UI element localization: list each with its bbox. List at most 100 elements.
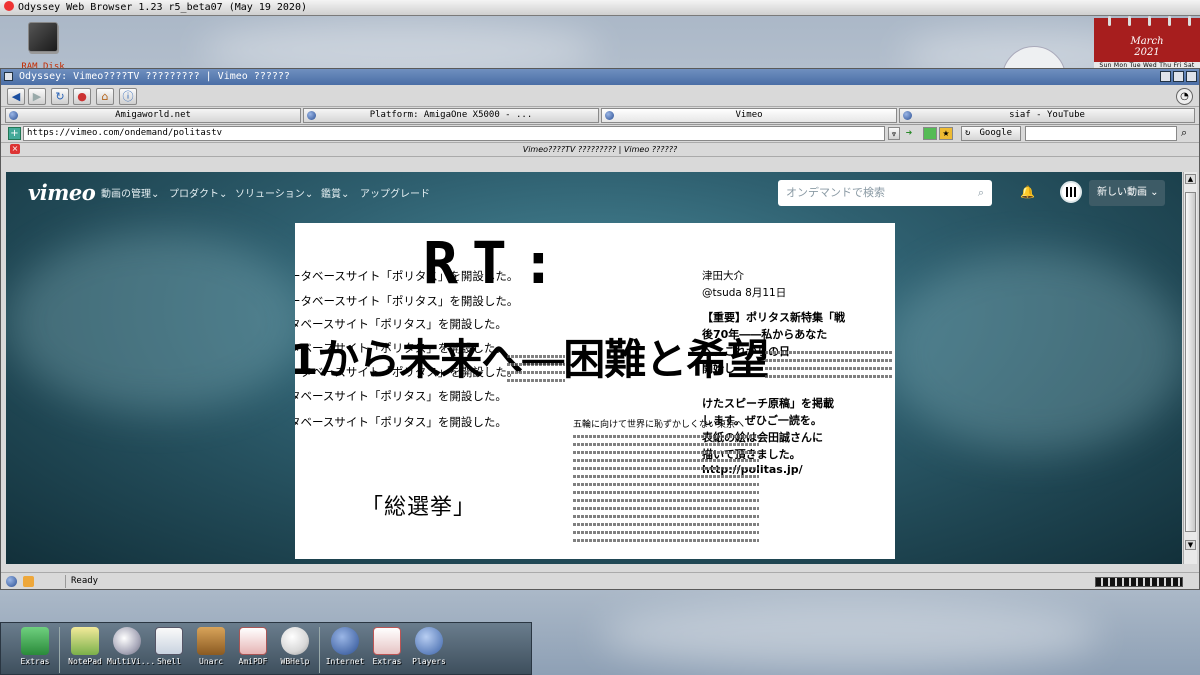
add-bookmark-icon[interactable]: + <box>8 127 21 140</box>
close-tab-icon[interactable]: × <box>10 144 20 154</box>
nav-upgrade[interactable]: アップグレード <box>360 185 430 200</box>
nav-label: 鑑賞 <box>321 189 341 200</box>
dock-extras[interactable]: Extras <box>15 625 55 675</box>
screen-depth-icon[interactable] <box>4 1 14 11</box>
dock-label: AmiPDF <box>238 657 268 666</box>
tab-amigaworld[interactable]: Amigaworld.net <box>5 108 301 123</box>
dock-internet[interactable]: Internet <box>325 625 365 675</box>
nav-label: ソリューション <box>235 189 305 200</box>
search-placeholder: オンデマンドで検索 <box>786 186 885 199</box>
tweet-handle: @tsuda 8月11日 <box>702 287 787 299</box>
reload-small-icon: ↻ <box>965 128 971 138</box>
window-depth-icon[interactable] <box>1186 71 1197 82</box>
vimeo-logo[interactable]: vimeo <box>28 180 96 205</box>
home-icon[interactable]: ⌂ <box>96 88 114 105</box>
browser-window: Odyssey: Vimeo????TV ????????? | Vimeo ?… <box>0 68 1200 590</box>
essay-text-texture <box>573 435 759 438</box>
video-poster[interactable]: ータベースサイト「ポリタス」を開設した。 ータベースサイト「ポリタス」を開設した… <box>295 223 895 559</box>
nav-manage-videos[interactable]: 動画の管理⌄ <box>101 185 159 200</box>
scrollbar-thumb[interactable] <box>1185 192 1196 532</box>
bookmark-add-icon[interactable] <box>923 127 937 140</box>
magnifier-icon <box>113 627 141 655</box>
poster-text-line: タベースサイト「ポリタス」を開設した。 <box>295 389 507 403</box>
notepad-icon <box>71 627 99 655</box>
dock-label: Players <box>412 657 446 666</box>
essay-text-texture <box>573 523 759 526</box>
dock-shell[interactable]: Shell <box>149 625 189 675</box>
amidock: Extras NotePad MultiVi... Shell Unarc Am… <box>0 622 532 675</box>
dock-wbhelp[interactable]: WBHelp <box>275 625 315 675</box>
window-zoom-icon[interactable] <box>1173 71 1184 82</box>
window-close-icon[interactable] <box>4 72 13 81</box>
essay-text-texture <box>765 351 893 354</box>
back-icon[interactable]: ◀ <box>7 88 25 105</box>
search-icon[interactable]: ⌕ <box>978 180 984 206</box>
essay-text-texture <box>573 451 759 454</box>
nav-watch[interactable]: 鑑賞⌄ <box>321 185 349 200</box>
tab-vimeo[interactable]: Vimeo <box>601 108 897 123</box>
url-dropdown-icon[interactable]: ⩔ <box>888 127 900 140</box>
background-fog <box>6 232 306 412</box>
url-input[interactable]: https://vimeo.com/ondemand/politastv <box>23 126 885 141</box>
compass-menu-icon[interactable]: ◔ <box>1176 88 1193 105</box>
dock-multiview[interactable]: MultiVi... <box>107 625 155 675</box>
ramdisk-icon[interactable]: RAM Disk <box>18 22 68 73</box>
tab-globe-icon <box>605 111 614 120</box>
dock-players[interactable]: Players <box>409 625 449 675</box>
window-title-bar[interactable]: Odyssey: Vimeo????TV ????????? | Vimeo ?… <box>1 69 1199 85</box>
stop-icon[interactable]: ● <box>73 88 91 105</box>
desktop-cloud <box>600 600 1100 670</box>
lock-icon <box>23 576 34 587</box>
essay-text-texture <box>573 515 759 518</box>
tab-platform[interactable]: Platform: AmigaOne X5000 - ... <box>303 108 599 123</box>
avatar[interactable] <box>1060 181 1082 203</box>
essay-text-texture <box>573 483 759 486</box>
navigation-toolbar: ◀ ▶ ↻ ● ⌂ ⓘ ◔ <box>1 85 1199 107</box>
calendar-month: March <box>1130 36 1164 47</box>
archive-icon <box>197 627 225 655</box>
tab-label: Amigaworld.net <box>115 110 191 120</box>
window-title: Odyssey: Vimeo????TV ????????? | Vimeo ?… <box>19 71 290 82</box>
calendar-widget[interactable]: March 2021 Sun Mon Tue Wed Thu Fri Sat <box>1094 16 1200 70</box>
essay-text-texture <box>507 363 565 366</box>
dock-label: Shell <box>156 657 182 666</box>
search-engine-button[interactable]: ↻ Google <box>961 126 1021 141</box>
download-icon <box>21 627 49 655</box>
dock-label: Extras <box>372 657 402 666</box>
poster-text-line: タベースサイト「ポリタス」を開設した。 <box>295 415 507 429</box>
bookmarks-star-icon[interactable]: ★ <box>939 127 953 140</box>
web-search-input[interactable] <box>1025 126 1177 141</box>
globe-icon <box>331 627 359 655</box>
player-icon <box>415 627 443 655</box>
vertical-scrollbar[interactable]: ▲ ▼ <box>1183 172 1197 564</box>
tab-youtube[interactable]: siaf - YouTube <box>899 108 1195 123</box>
new-video-button[interactable]: 新しい動画 ⌄ <box>1089 180 1165 206</box>
tweet-line: 【重要】ポリタス新特集「戦 <box>702 311 845 324</box>
forward-icon[interactable]: ▶ <box>28 88 46 105</box>
window-iconify-icon[interactable] <box>1160 71 1171 82</box>
new-video-label: 新しい動画 <box>1097 187 1147 198</box>
dock-amipdf[interactable]: AmiPDF <box>233 625 273 675</box>
vimeo-search-input[interactable]: オンデマンドで検索 ⌕ <box>778 180 992 206</box>
bell-icon[interactable]: 🔔 <box>1020 185 1035 199</box>
poster-bottom-label: 「総選挙」 <box>361 495 477 520</box>
tab-label: Platform: AmigaOne X5000 - ... <box>369 110 533 120</box>
search-icon[interactable]: ⌕ <box>1181 126 1187 140</box>
go-icon[interactable]: ➜ <box>903 127 915 140</box>
nav-solutions[interactable]: ソリューション⌄ <box>235 185 313 200</box>
dock-extras-drawer[interactable]: Extras <box>367 625 407 675</box>
dock-unarc[interactable]: Unarc <box>191 625 231 675</box>
nav-products[interactable]: プロダクト⌄ <box>169 185 227 200</box>
dock-label: Unarc <box>198 657 224 666</box>
scroll-down-icon[interactable]: ▼ <box>1185 540 1196 550</box>
reload-icon[interactable]: ↻ <box>51 88 69 105</box>
essay-text-texture <box>573 499 759 502</box>
essay-text-texture <box>573 491 759 494</box>
dock-label: WBHelp <box>280 657 310 666</box>
toolbox-icon <box>373 627 401 655</box>
scroll-up-icon[interactable]: ▲ <box>1185 174 1196 184</box>
tab-globe-icon <box>9 111 18 120</box>
info-icon[interactable]: ⓘ <box>119 88 137 105</box>
pdf-icon <box>239 627 267 655</box>
dock-notepad[interactable]: NotePad <box>65 625 105 675</box>
